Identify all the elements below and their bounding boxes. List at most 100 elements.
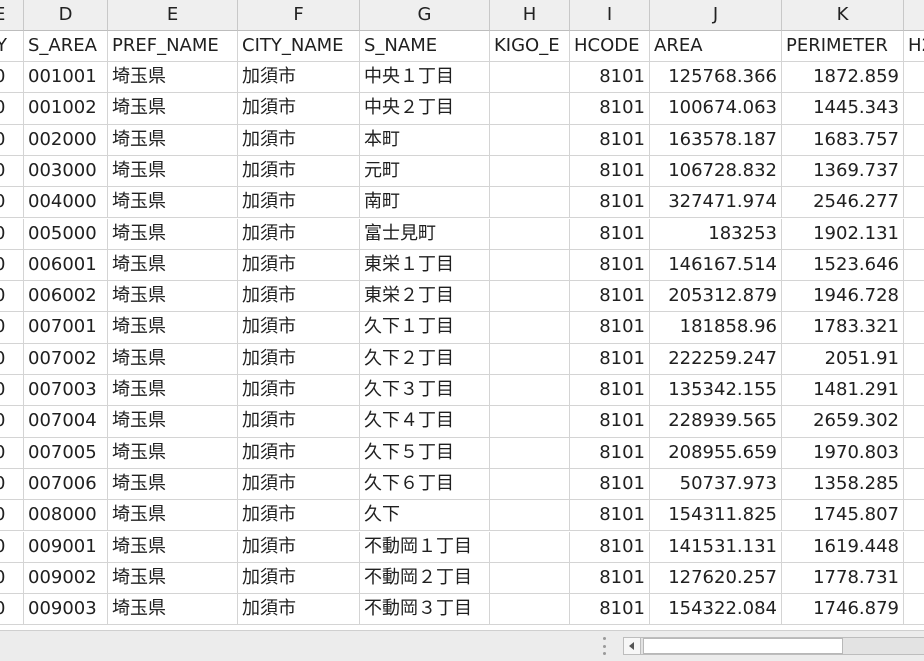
table-cell[interactable] [490,500,570,532]
table-cell[interactable] [904,156,924,188]
table-cell[interactable]: 50737.973 [650,468,782,501]
table-cell[interactable]: 埼玉県 [108,155,238,188]
table-cell[interactable] [490,406,570,438]
table-cell[interactable]: 8101 [570,468,650,501]
table-cell[interactable]: 001001 [24,62,108,94]
table-cell[interactable]: 0 [0,218,24,250]
table-cell[interactable]: 埼玉県 [108,281,238,313]
field-name-cell[interactable]: PREF_NAME [108,31,238,62]
table-cell[interactable]: 8101 [570,406,650,438]
table-cell[interactable] [904,406,924,438]
table-cell[interactable]: 加須市 [238,343,360,375]
table-cell[interactable]: 8101 [570,187,650,219]
table-cell[interactable]: 元町 [360,155,490,188]
table-cell[interactable]: 0 [0,343,24,375]
table-cell[interactable]: 8101 [570,375,650,407]
field-name-cell[interactable]: HCODE [570,31,650,62]
table-cell[interactable]: 181858.96 [650,312,782,344]
table-cell[interactable]: 1481.291 [782,375,904,407]
table-cell[interactable] [904,594,924,626]
table-cell[interactable]: 加須市 [238,155,360,188]
table-cell[interactable]: 2051.91 [782,343,904,375]
table-cell[interactable]: 加須市 [238,468,360,501]
table-cell[interactable] [904,125,924,156]
table-cell[interactable]: 久下２丁目 [360,343,490,375]
field-name-cell[interactable]: PERIMETER [782,31,904,62]
table-cell[interactable]: 東栄２丁目 [360,281,490,313]
table-cell[interactable]: 228939.565 [650,406,782,438]
table-cell[interactable]: 1358.285 [782,468,904,501]
table-cell[interactable]: 2546.277 [782,187,904,219]
table-cell[interactable]: 8101 [570,93,650,125]
table-cell[interactable]: 埼玉県 [108,562,238,595]
table-cell[interactable]: 加須市 [238,531,360,563]
table-cell[interactable]: 富士見町 [360,218,490,250]
table-cell[interactable]: 本町 [360,124,490,156]
column-header[interactable] [904,0,924,31]
table-cell[interactable]: 埼玉県 [108,62,238,94]
table-cell[interactable]: 1619.448 [782,531,904,563]
table-cell[interactable]: 1746.879 [782,594,904,626]
table-cell[interactable]: 007006 [24,468,108,501]
table-cell[interactable]: 久下 [360,500,490,532]
table-cell[interactable] [904,375,924,407]
table-cell[interactable] [904,250,924,282]
table-cell[interactable]: 007002 [24,343,108,375]
column-header[interactable]: K [782,0,904,31]
table-cell[interactable]: 0 [0,155,24,188]
table-cell[interactable]: 埼玉県 [108,531,238,563]
table-cell[interactable]: 0 [0,468,24,501]
table-cell[interactable]: 8101 [570,437,650,469]
table-cell[interactable]: 不動岡３丁目 [360,594,490,626]
table-cell[interactable]: 8101 [570,531,650,563]
horizontal-scrollbar-thumb[interactable] [643,638,843,654]
table-cell[interactable]: 8101 [570,218,650,250]
table-cell[interactable]: 127620.257 [650,562,782,595]
table-cell[interactable]: 8101 [570,312,650,344]
table-cell[interactable]: 中央２丁目 [360,93,490,125]
table-cell[interactable]: 141531.131 [650,531,782,563]
table-cell[interactable] [490,281,570,313]
table-cell[interactable]: 1778.731 [782,562,904,595]
table-cell[interactable]: 0 [0,187,24,219]
table-cell[interactable]: 0 [0,406,24,438]
table-cell[interactable]: 8101 [570,562,650,595]
table-cell[interactable]: 8101 [570,62,650,94]
table-cell[interactable]: 埼玉県 [108,468,238,501]
table-cell[interactable] [490,594,570,626]
table-cell[interactable]: 0 [0,281,24,313]
table-cell[interactable] [904,438,924,469]
table-cell[interactable]: 加須市 [238,375,360,407]
table-cell[interactable] [490,437,570,469]
table-cell[interactable]: 久下４丁目 [360,406,490,438]
table-cell[interactable]: 106728.832 [650,155,782,188]
scroll-left-button[interactable] [623,637,641,655]
table-cell[interactable]: 1970.803 [782,437,904,469]
table-cell[interactable]: 久下１丁目 [360,312,490,344]
table-cell[interactable]: 205312.879 [650,281,782,313]
table-cell[interactable]: 埼玉県 [108,437,238,469]
table-cell[interactable]: 8101 [570,594,650,626]
table-cell[interactable]: 加須市 [238,562,360,595]
table-cell[interactable]: 加須市 [238,500,360,532]
table-cell[interactable]: 8101 [570,343,650,375]
table-cell[interactable] [490,155,570,188]
table-cell[interactable]: 0 [0,93,24,125]
table-cell[interactable]: 不動岡２丁目 [360,562,490,595]
column-header[interactable]: D [24,0,108,31]
column-header[interactable]: I [570,0,650,31]
table-cell[interactable]: 中央１丁目 [360,62,490,94]
table-cell[interactable]: 南町 [360,187,490,219]
table-cell[interactable]: 0 [0,62,24,94]
table-cell[interactable]: 003000 [24,155,108,188]
field-name-cell[interactable]: AREA [650,31,782,62]
table-cell[interactable]: 007003 [24,375,108,407]
table-cell[interactable]: 1523.646 [782,249,904,282]
table-cell[interactable] [490,62,570,94]
table-cell[interactable] [904,93,924,125]
table-cell[interactable]: 006001 [24,249,108,282]
table-cell[interactable]: 8101 [570,281,650,313]
table-cell[interactable]: 0 [0,562,24,595]
table-cell[interactable] [904,532,924,563]
table-cell[interactable]: 埼玉県 [108,93,238,125]
